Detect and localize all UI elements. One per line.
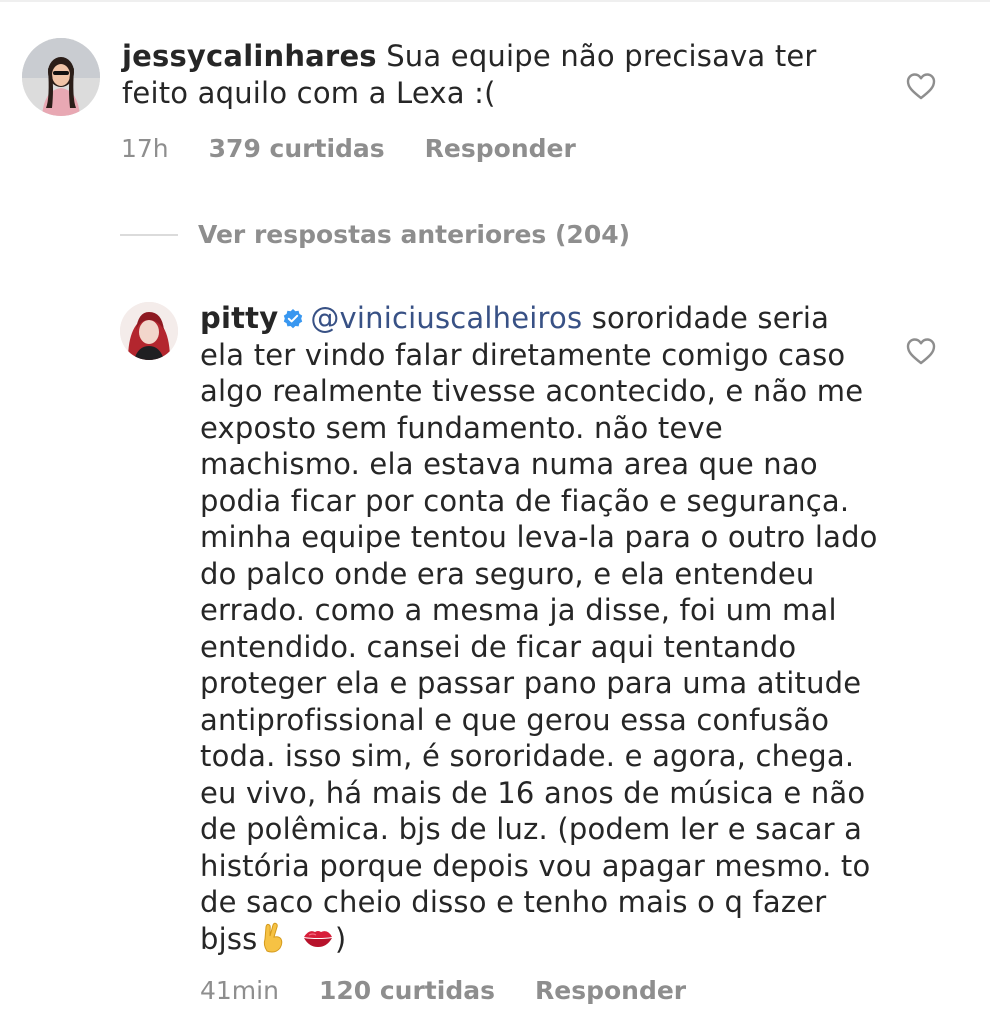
victory-hand-emoji [257,921,291,964]
avatar[interactable] [120,302,178,360]
like-heart-icon[interactable] [906,72,936,100]
comment-text: pitty @viniciuscalheiros sororidade seri… [200,300,880,963]
reply-button[interactable]: Responder [535,976,686,1005]
comment-jessycalinhares: jessycalinhares Sua equipe não precisava… [22,38,912,116]
comment-meta: 41min 120 curtidas Responder [200,976,726,1005]
comment-username[interactable]: jessycalinhares [122,39,377,73]
reply-button[interactable]: Responder [425,134,576,163]
kiss-mark-emoji [301,921,335,964]
top-divider [0,0,990,2]
comment-body-end: ) [334,921,347,956]
verified-badge-icon [284,309,303,329]
like-heart-icon[interactable] [906,337,936,365]
view-previous-label: Ver respostas anteriores (204) [198,220,631,249]
comment-meta: 17h 379 curtidas Responder [121,134,616,163]
like-count[interactable]: 120 curtidas [319,976,495,1005]
view-previous-replies-button[interactable]: Ver respostas anteriores (204) [120,220,630,249]
comment-username[interactable]: pitty [200,301,278,335]
comment-pitty: pitty @viniciuscalheiros sororidade seri… [120,300,920,963]
like-count[interactable]: 379 curtidas [209,134,385,163]
comment-body: sororidade seria ela ter vindo falar dir… [200,301,878,956]
comment-time: 17h [121,134,169,163]
divider-line [120,233,178,236]
avatar[interactable] [22,38,100,116]
mention-link[interactable]: @viniciuscalheiros [310,301,582,335]
comment-text: jessycalinhares Sua equipe não precisava… [122,38,842,111]
comment-time: 41min [200,976,279,1005]
